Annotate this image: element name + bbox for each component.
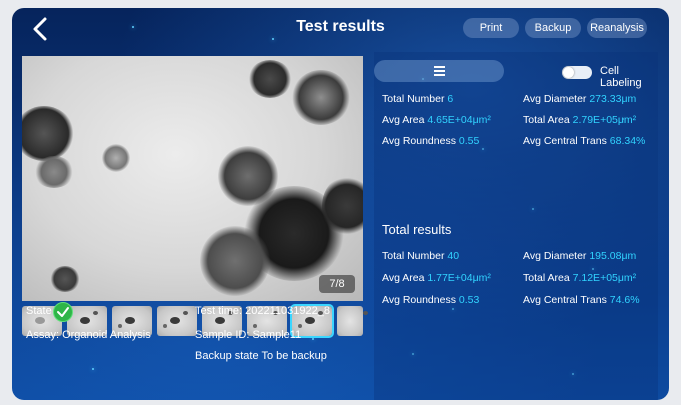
header-bar: Test results Print Backup Reanalysis [12, 8, 669, 52]
total-total-area: Total Area 7.12E+05μm² [523, 272, 637, 284]
sample-id-text: Sample ID: Sample11 [195, 329, 302, 341]
current-avg-diameter: Avg Diameter 273.33μm [523, 93, 637, 105]
state-label: State [26, 305, 52, 317]
cell-labeling-label: Cell Labeling [600, 65, 642, 89]
thumbnail[interactable] [157, 306, 197, 336]
assay-text: Assay: Organoid Analysis [26, 329, 151, 341]
test-time-text: Test time: 202211031922_8 [195, 305, 330, 317]
list-icon [434, 66, 445, 76]
microscope-image[interactable]: 7/8 [22, 56, 363, 301]
total-results-title: Total results [382, 222, 452, 237]
total-avg-diameter: Avg Diameter 195.08μm [523, 250, 637, 262]
print-button[interactable]: Print [463, 18, 519, 38]
image-panel: 7/8 [22, 56, 372, 392]
total-avg-central-trans: Avg Central Trans 74.6% [523, 294, 640, 306]
current-total-number: Total Number 6 [382, 93, 454, 105]
current-total-area: Total Area 2.79E+05μm² [523, 114, 637, 126]
app-window: Test results Print Backup Reanalysis 7/8 [12, 8, 669, 400]
list-view-button[interactable] [374, 60, 504, 82]
reanalysis-button[interactable]: Reanalysis [587, 18, 647, 38]
total-total-number: Total Number 40 [382, 250, 460, 262]
backup-state-text: Backup state To be backup [195, 350, 327, 362]
total-avg-area: Avg Area 1.77E+04μm² [382, 272, 491, 284]
current-avg-roundness: Avg Roundness 0.55 [382, 135, 480, 147]
total-avg-roundness: Avg Roundness 0.53 [382, 294, 480, 306]
results-panel: Cell Labeling Total Number 6 Avg Diamete… [374, 52, 658, 400]
image-counter: 7/8 [319, 275, 355, 293]
cell-labeling-toggle[interactable] [562, 66, 592, 79]
check-icon [53, 302, 73, 322]
current-avg-area: Avg Area 4.65E+04μm² [382, 114, 491, 126]
backup-button[interactable]: Backup [525, 18, 581, 38]
current-avg-central-trans: Avg Central Trans 68.34% [523, 135, 646, 147]
thumbnail[interactable] [337, 306, 368, 336]
